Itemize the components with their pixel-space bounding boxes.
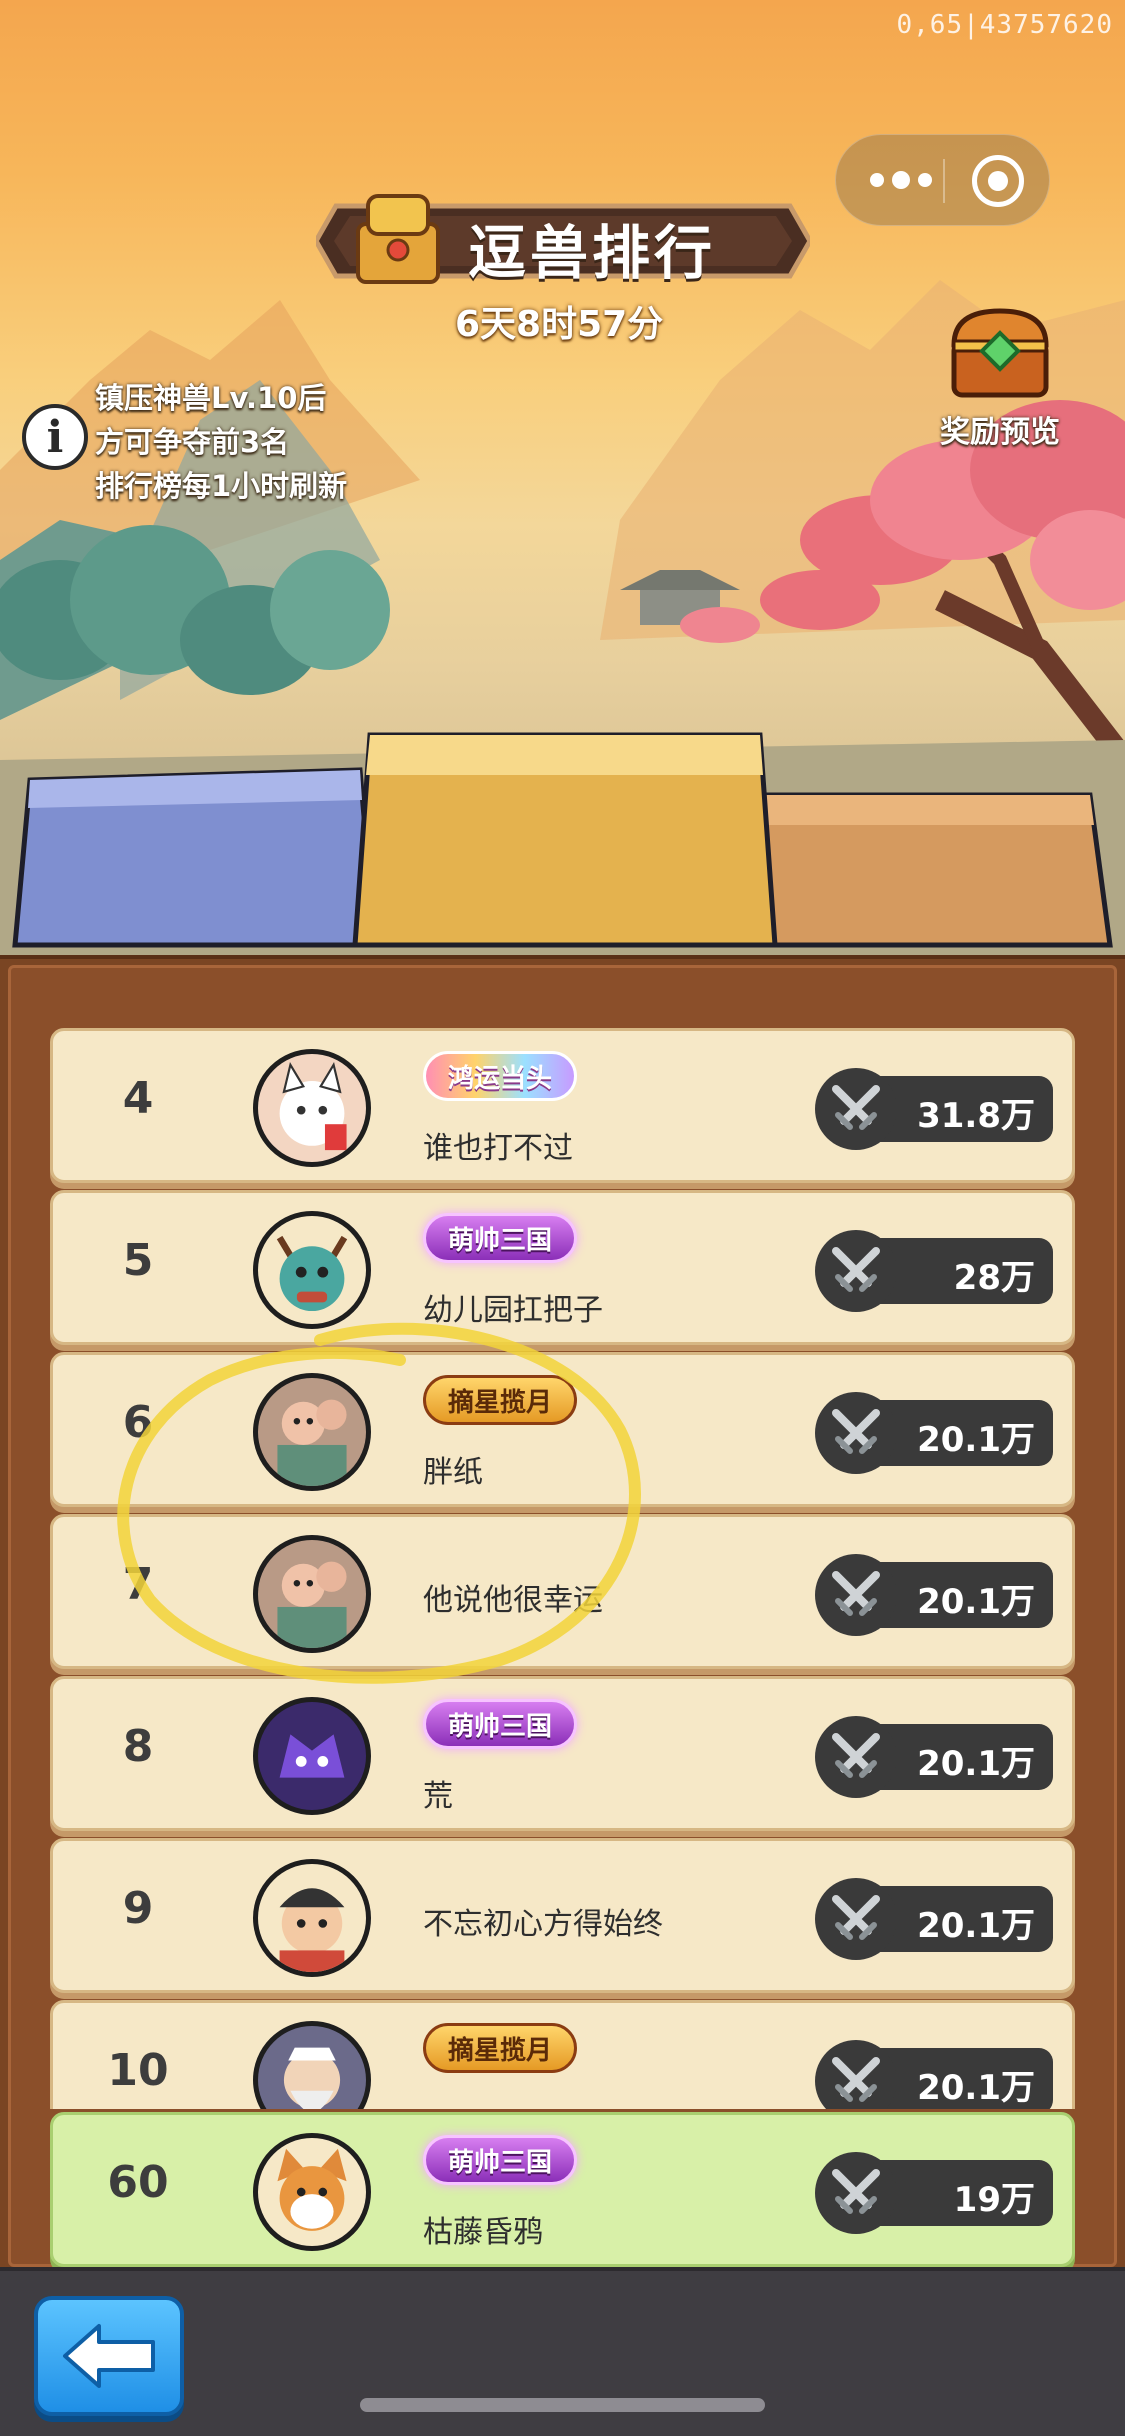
ranking-row[interactable]: 8 萌帅三国 荒 20.1万 (50, 1676, 1075, 1831)
countdown-timer: 6天8时57分 (455, 304, 664, 345)
page-title: 逗兽排行 (468, 219, 717, 287)
purple-monster-avatar[interactable] (253, 1697, 371, 1815)
crossed-swords-icon (815, 1392, 897, 1474)
combat-power: 20.1万 (815, 1554, 1053, 1636)
ranking-rules: 镇压神兽Lv.10后 方可争夺前3名 排行榜每1小时刷新 (95, 376, 347, 508)
crossed-swords-icon (815, 2152, 897, 2234)
crossed-swords-icon (815, 1716, 897, 1798)
home-indicator (360, 2398, 765, 2412)
my-ranking-row[interactable]: 60 萌帅三国 枯藤昏鸦 19万 (50, 2112, 1075, 2267)
player-name: 胖纸 (423, 1455, 483, 1490)
power-value: 20.1万 (917, 2068, 1035, 2108)
deer-warrior-avatar[interactable] (253, 1211, 371, 1329)
player-name: 谁也打不过 (423, 1131, 573, 1166)
ranking-row[interactable]: 7 他说他很幸运 20.1万 (50, 1514, 1075, 1669)
treasure-chest-icon (951, 308, 1049, 398)
back-arrow-icon (63, 2324, 155, 2388)
back-button[interactable] (34, 2296, 184, 2416)
title-badge: 摘星揽月 (423, 2023, 578, 2073)
reward-preview-button[interactable]: 奖励预览 (935, 305, 1065, 451)
rank-number: 6 (122, 1397, 154, 1448)
combat-power: 31.8万 (815, 1068, 1053, 1150)
ranking-header-scene: 0,65|43757620 逗兽排行 6天8时57分 i 镇压神兽Lv.10后 … (0, 0, 1125, 955)
my-player-name: 枯藤昏鸦 (423, 2215, 543, 2250)
player-name: 荒 (423, 1779, 453, 1814)
power-value: 19万 (953, 2180, 1035, 2220)
ranking-row[interactable]: 5 萌帅三国 幼儿园扛把子 28万 (50, 1190, 1075, 1345)
bottom-toolbar (0, 2267, 1125, 2436)
title-badge: 萌帅三国 (423, 2135, 578, 2185)
title-badge: 鸿运当头 (423, 1051, 578, 1101)
info-icon[interactable]: i (22, 404, 88, 470)
title-badge: 萌帅三国 (423, 1213, 578, 1263)
warrior-avatar[interactable] (253, 1859, 371, 1977)
ranking-row[interactable]: 6 摘星揽月 胖纸 20.1万 (50, 1352, 1075, 1507)
combat-power: 20.1万 (815, 1716, 1053, 1798)
power-value: 28万 (953, 1258, 1035, 1298)
power-value: 20.1万 (917, 1420, 1035, 1460)
my-combat-power: 19万 (815, 2152, 1053, 2234)
combat-power: 20.1万 (815, 1878, 1053, 1960)
combat-power: 20.1万 (815, 2040, 1053, 2109)
power-value: 20.1万 (917, 1744, 1035, 1784)
ranking-row[interactable]: 4 鸿运当头 谁也打不过 31.8万 (50, 1028, 1075, 1183)
rank-number: 10 (107, 2045, 169, 2096)
debug-id-text: 0,65|43757620 (896, 10, 1113, 40)
ranking-panel: 4 鸿运当头 谁也打不过 31.8万 5 萌帅三国 幼儿园扛把子 28万 6 摘… (0, 955, 1125, 2267)
miniprogram-capsule (835, 134, 1050, 226)
ranking-row[interactable]: 10 摘星揽月 20.1万 (50, 2000, 1075, 2109)
my-rank-number: 60 (107, 2157, 169, 2208)
rule-line: 排行榜每1小时刷新 (95, 469, 348, 503)
crossed-swords-icon (815, 1230, 897, 1312)
player-name: 他说他很幸运 (423, 1583, 603, 1618)
more-options-icon[interactable] (870, 162, 932, 198)
reward-preview-label: 奖励预览 (940, 415, 1060, 450)
child-photo-avatar[interactable] (253, 1535, 371, 1653)
power-value: 31.8万 (917, 1096, 1035, 1136)
combat-power: 20.1万 (815, 1392, 1053, 1474)
rank-number: 4 (122, 1073, 154, 1124)
combat-power: 28万 (815, 1230, 1053, 1312)
crossed-swords-icon (815, 1554, 897, 1636)
rank-number: 5 (122, 1235, 154, 1286)
rank-number: 9 (122, 1883, 154, 1934)
rule-line: 镇压神兽Lv.10后 (95, 381, 327, 415)
rank-number: 7 (122, 1559, 154, 1610)
crossed-swords-icon (815, 1068, 897, 1150)
title-badge: 萌帅三国 (423, 1699, 578, 1749)
power-value: 20.1万 (917, 1906, 1035, 1946)
old-sage-avatar[interactable] (253, 2021, 371, 2109)
ranking-row[interactable]: 9 不忘初心方得始终 20.1万 (50, 1838, 1075, 1993)
player-name: 不忘初心方得始终 (423, 1907, 663, 1942)
ranking-list[interactable]: 4 鸿运当头 谁也打不过 31.8万 5 萌帅三国 幼儿园扛把子 28万 6 摘… (0, 959, 1125, 2109)
close-miniprogram-icon[interactable] (972, 155, 1024, 207)
capsule-divider (943, 159, 945, 203)
player-name: 幼儿园扛把子 (423, 1293, 603, 1328)
child-photo-avatar[interactable] (253, 1373, 371, 1491)
rank-number: 8 (122, 1721, 154, 1772)
lucky-cat-avatar[interactable] (253, 1049, 371, 1167)
title-badge: 摘星揽月 (423, 1375, 578, 1425)
shiba-dog-avatar[interactable] (253, 2133, 371, 2251)
crossed-swords-icon (815, 2040, 897, 2109)
crossed-swords-icon (815, 1878, 897, 1960)
rule-line: 方可争夺前3名 (95, 425, 290, 459)
power-value: 20.1万 (917, 1582, 1035, 1622)
